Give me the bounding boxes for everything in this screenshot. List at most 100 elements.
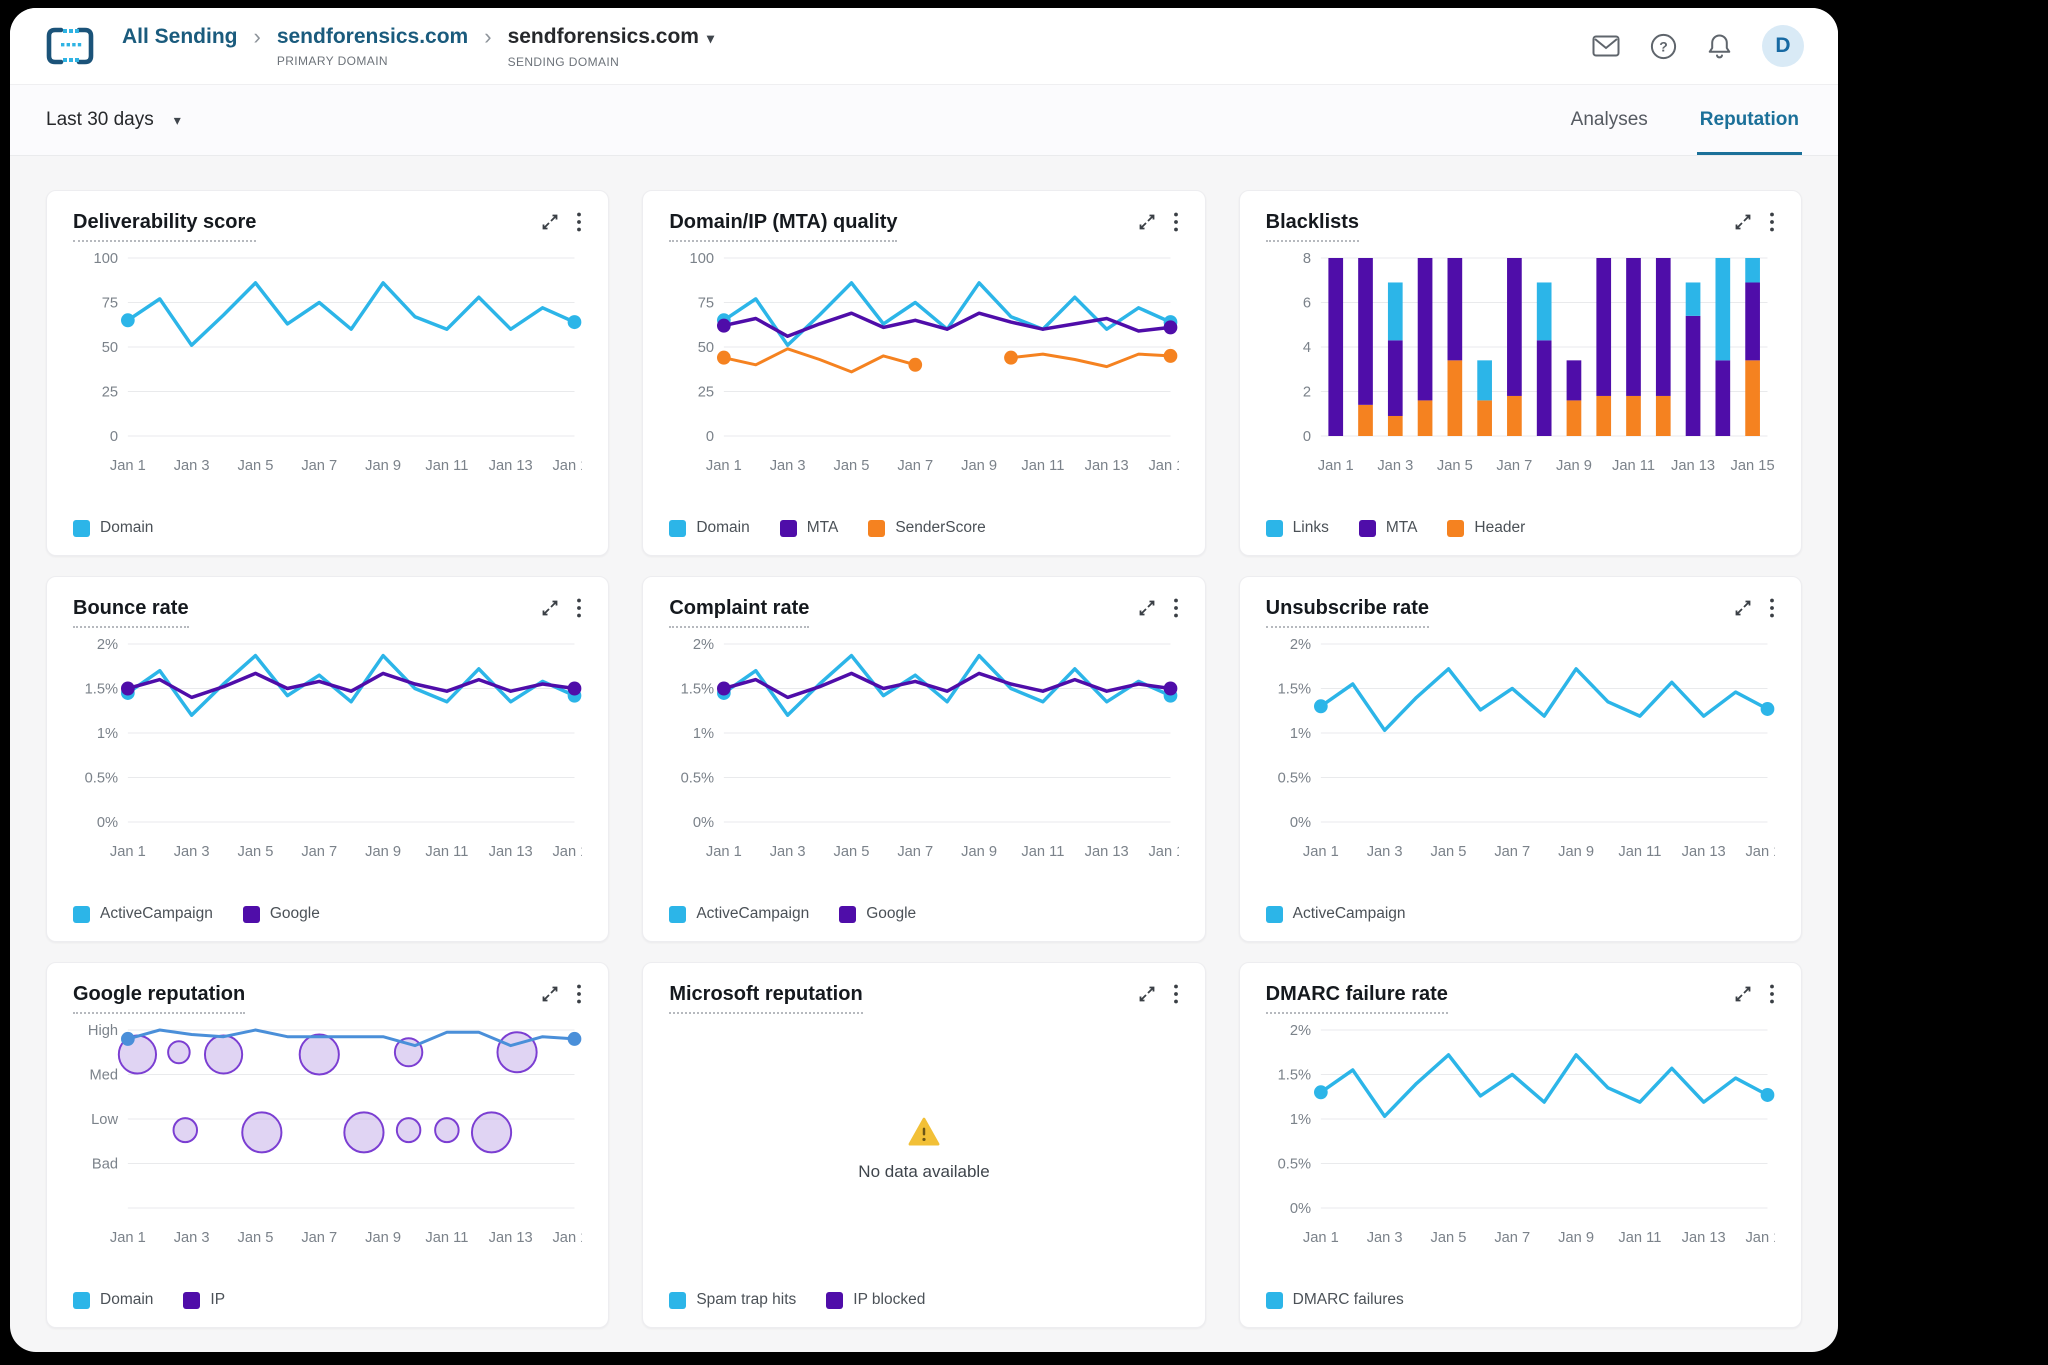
expand-icon[interactable] — [1733, 598, 1753, 618]
legend-item: SenderScore — [868, 519, 985, 537]
breadcrumb: All Sending › sendforensics.com PRIMARY … — [122, 24, 714, 69]
expand-icon[interactable] — [540, 984, 560, 1004]
legend-swatch — [868, 520, 885, 537]
svg-text:50: 50 — [698, 340, 714, 356]
legend-swatch — [1266, 1292, 1283, 1309]
kebab-menu-icon[interactable] — [1173, 983, 1179, 1005]
kebab-menu-icon[interactable] — [576, 983, 582, 1005]
svg-text:Jan 3: Jan 3 — [1366, 844, 1402, 860]
svg-text:1%: 1% — [693, 726, 714, 742]
svg-text:75: 75 — [102, 295, 118, 311]
svg-text:75: 75 — [698, 295, 714, 311]
legend-swatch — [669, 1292, 686, 1309]
svg-text:Jan 11: Jan 11 — [1618, 1230, 1661, 1246]
svg-text:Jan 11: Jan 11 — [425, 1230, 468, 1246]
kebab-menu-icon[interactable] — [1173, 597, 1179, 619]
expand-icon[interactable] — [1137, 212, 1157, 232]
tab-bar: Analyses Reputation — [1568, 85, 1802, 155]
kebab-menu-icon[interactable] — [576, 211, 582, 233]
svg-text:Jan 9: Jan 9 — [365, 844, 401, 860]
kebab-menu-icon[interactable] — [1173, 211, 1179, 233]
dashboard-grid: Deliverability score 1007550250Jan 1Jan … — [10, 156, 1838, 1340]
svg-text:Jan 5: Jan 5 — [834, 844, 870, 860]
chevron-down-icon: ▾ — [707, 30, 714, 46]
svg-text:Jan 5: Jan 5 — [1430, 844, 1466, 860]
svg-text:Jan 3: Jan 3 — [770, 844, 806, 860]
kebab-menu-icon[interactable] — [1769, 983, 1775, 1005]
kebab-menu-icon[interactable] — [1769, 211, 1775, 233]
expand-icon[interactable] — [540, 598, 560, 618]
svg-text:Jan 11: Jan 11 — [1022, 458, 1065, 474]
svg-text:Jan 11: Jan 11 — [1618, 844, 1661, 860]
kebab-menu-icon[interactable] — [1769, 597, 1775, 619]
svg-text:Jan 15: Jan 15 — [1745, 1230, 1775, 1246]
svg-text:Jan 13: Jan 13 — [489, 1230, 533, 1246]
kebab-menu-icon[interactable] — [576, 597, 582, 619]
svg-text:Jan 13: Jan 13 — [489, 844, 533, 860]
svg-text:Jan 5: Jan 5 — [238, 1230, 274, 1246]
expand-icon[interactable] — [1137, 598, 1157, 618]
blacklists-chart: 86420Jan 1Jan 3Jan 5Jan 7Jan 9Jan 11Jan … — [1266, 240, 1775, 492]
svg-text:Jan 13: Jan 13 — [1085, 458, 1129, 474]
svg-text:Jan 11: Jan 11 — [425, 844, 468, 860]
card-title: Deliverability score — [73, 211, 256, 234]
card-title: Complaint rate — [669, 597, 809, 620]
breadcrumb-sending-domain[interactable]: sendforensics.com▾ SENDING DOMAIN — [508, 24, 714, 69]
svg-text:Jan 3: Jan 3 — [1377, 458, 1413, 474]
card-title: Microsoft reputation — [669, 983, 862, 1006]
svg-text:2%: 2% — [97, 637, 118, 653]
breadcrumb-primary-domain[interactable]: sendforensics.com PRIMARY DOMAIN — [277, 24, 468, 68]
svg-text:8: 8 — [1303, 251, 1311, 267]
svg-text:25: 25 — [698, 384, 714, 400]
date-range-dropdown[interactable]: Last 30 days ▾ — [46, 85, 181, 155]
svg-text:Jan 5: Jan 5 — [1430, 1230, 1466, 1246]
legend-item: Google — [243, 905, 320, 923]
app-window: All Sending › sendforensics.com PRIMARY … — [10, 8, 1838, 1352]
svg-text:0: 0 — [1303, 429, 1311, 445]
svg-text:1%: 1% — [1289, 1112, 1310, 1128]
svg-text:High: High — [88, 1023, 118, 1039]
legend-item: IP blocked — [826, 1291, 925, 1309]
svg-text:Jan 15: Jan 15 — [1149, 458, 1179, 474]
chart-legend: ActiveCampaign — [1266, 905, 1775, 923]
svg-text:Jan 15: Jan 15 — [1149, 844, 1179, 860]
legend-item: ActiveCampaign — [669, 905, 809, 923]
svg-text:Jan 9: Jan 9 — [365, 458, 401, 474]
card-deliverability-score: Deliverability score 1007550250Jan 1Jan … — [46, 190, 609, 556]
svg-text:Jan 1: Jan 1 — [110, 458, 146, 474]
svg-text:0%: 0% — [693, 815, 714, 831]
svg-text:0: 0 — [110, 429, 118, 445]
help-icon[interactable]: ? — [1650, 33, 1677, 60]
svg-text:2%: 2% — [1289, 637, 1310, 653]
svg-text:Jan 5: Jan 5 — [238, 844, 274, 860]
mail-icon[interactable] — [1592, 35, 1620, 57]
card-title: Domain/IP (MTA) quality — [669, 211, 897, 234]
chart-legend: DomainMTASenderScore — [669, 519, 1178, 537]
svg-text:Jan 5: Jan 5 — [1437, 458, 1473, 474]
svg-text:Jan 1: Jan 1 — [110, 1230, 146, 1246]
svg-text:25: 25 — [102, 384, 118, 400]
svg-text:1%: 1% — [97, 726, 118, 742]
legend-swatch — [780, 520, 797, 537]
svg-text:Jan 7: Jan 7 — [301, 844, 337, 860]
expand-icon[interactable] — [1733, 212, 1753, 232]
expand-icon[interactable] — [1137, 984, 1157, 1004]
legend-item: IP — [183, 1291, 225, 1309]
expand-icon[interactable] — [1733, 984, 1753, 1004]
breadcrumb-all-sending[interactable]: All Sending — [122, 24, 238, 50]
chart-legend: DomainIP — [73, 1291, 582, 1309]
legend-item: Domain — [669, 519, 749, 537]
card-title: Blacklists — [1266, 211, 1359, 234]
expand-icon[interactable] — [540, 212, 560, 232]
svg-text:Jan 5: Jan 5 — [238, 458, 274, 474]
avatar[interactable]: D — [1762, 25, 1804, 67]
tab-reputation[interactable]: Reputation — [1697, 85, 1802, 155]
svg-text:Jan 3: Jan 3 — [174, 1230, 210, 1246]
svg-text:Jan 7: Jan 7 — [898, 458, 934, 474]
tab-analyses[interactable]: Analyses — [1568, 85, 1651, 155]
bell-icon[interactable] — [1707, 33, 1732, 60]
legend-item: ActiveCampaign — [1266, 905, 1406, 923]
svg-text:Jan 5: Jan 5 — [834, 458, 870, 474]
svg-text:Jan 15: Jan 15 — [552, 458, 582, 474]
legend-swatch — [1266, 906, 1283, 923]
